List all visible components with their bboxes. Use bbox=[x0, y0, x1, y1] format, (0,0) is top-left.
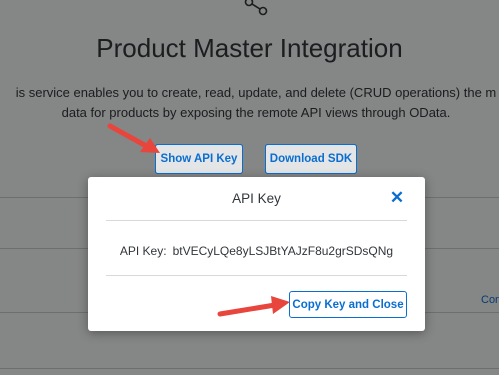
api-key-row: API Key: btVECyLQe8yLSJBtYAJzF8u2grSDsQNg bbox=[88, 244, 425, 258]
annotation-arrow-show-key bbox=[107, 123, 160, 153]
close-icon[interactable]: ✕ bbox=[388, 189, 406, 207]
dialog-header-divider bbox=[106, 220, 407, 221]
download-sdk-button-highlight[interactable]: Download SDK bbox=[265, 144, 357, 174]
api-key-value: btVECyLQe8yLSJBtYAJzF8u2grSDsQNg bbox=[172, 244, 394, 258]
show-api-key-button-highlight[interactable]: Show API Key bbox=[155, 144, 243, 174]
copy-key-and-close-button[interactable]: Copy Key and Close bbox=[289, 291, 407, 318]
dialog-title: API Key bbox=[232, 191, 281, 206]
api-key-label: API Key: bbox=[119, 244, 167, 258]
dialog-footer-divider bbox=[106, 275, 407, 276]
annotation-arrow-copy-key bbox=[217, 296, 290, 317]
